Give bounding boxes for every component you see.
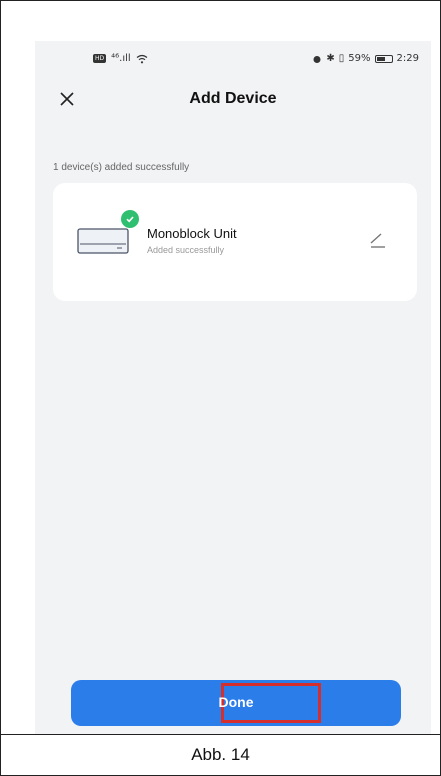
done-button-label: Done xyxy=(218,694,254,710)
hd-icon: HD xyxy=(93,54,107,63)
status-bar: HD ⁴⁶.ıll ✱ ▯ 59% 2:29 xyxy=(35,41,431,81)
table-border-top xyxy=(0,0,441,1)
vibrate-icon: ▯ xyxy=(338,53,345,64)
wifi-icon xyxy=(136,54,148,63)
table-row-divider xyxy=(0,734,441,735)
done-button[interactable]: Done xyxy=(71,680,401,726)
figure-caption: Abb. 14 xyxy=(191,745,250,764)
battery-percent: 59% xyxy=(348,53,371,64)
bluetooth-icon: ✱ xyxy=(326,53,335,64)
added-summary-text: 1 device(s) added successfully xyxy=(53,162,190,173)
phone-screenshot: HD ⁴⁶.ıll ✱ ▯ 59% 2:29 Add Device 1 devi… xyxy=(35,41,431,734)
page-title: Add Device xyxy=(189,90,277,107)
device-status: Added successfully xyxy=(147,245,225,255)
status-time: 2:29 xyxy=(396,53,419,64)
alarm-icon xyxy=(313,55,321,63)
table-border-left xyxy=(0,0,1,776)
device-card[interactable]: Monoblock Unit Added successfully xyxy=(53,183,417,301)
status-left-group: HD ⁴⁶.ıll xyxy=(93,53,148,64)
success-check-icon xyxy=(121,210,139,228)
device-name: Monoblock Unit xyxy=(147,226,237,241)
battery-icon xyxy=(374,54,393,63)
edit-device-name-button[interactable] xyxy=(367,229,389,251)
signal-icon: ⁴⁶.ıll xyxy=(111,53,131,64)
pencil-icon xyxy=(370,233,385,248)
status-right-group: ✱ ▯ 59% 2:29 xyxy=(312,53,419,64)
page-header: Add Device xyxy=(35,81,431,121)
battery-level xyxy=(376,56,385,61)
air-conditioner-icon xyxy=(77,228,129,254)
